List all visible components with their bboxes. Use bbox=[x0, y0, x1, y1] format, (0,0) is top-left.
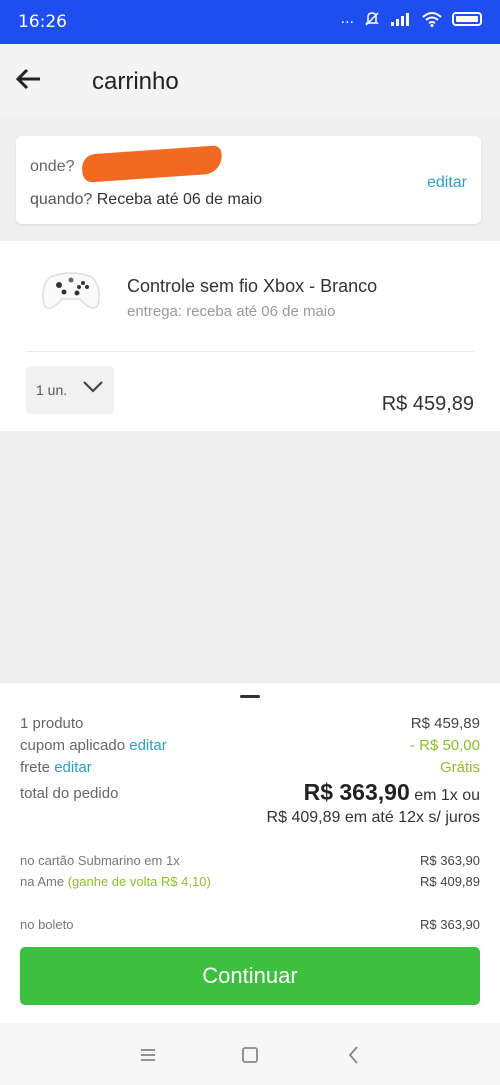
signal-icon bbox=[391, 13, 409, 26]
delivery-card: onde? quando? Receba até 06 de maio edit… bbox=[16, 136, 481, 224]
payment-ame-label: na Ame bbox=[20, 874, 65, 889]
total-row: R$ 363,90 em 1x ou bbox=[304, 779, 480, 806]
shipping-row: frete editar bbox=[20, 759, 92, 776]
divider bbox=[26, 351, 474, 352]
payment-ame-value: R$ 409,89 bbox=[420, 874, 480, 889]
when-row: quando? Receba até 06 de maio bbox=[30, 191, 262, 209]
payment-card-label: no cartão Submarino em 1x bbox=[20, 853, 180, 868]
payment-boleto-value: R$ 363,90 bbox=[420, 917, 480, 932]
edit-shipping-link[interactable]: editar bbox=[54, 759, 92, 776]
chevron-down-icon bbox=[83, 381, 103, 393]
order-summary-sheet: 1 produto R$ 459,89 cupom aplicado edita… bbox=[0, 683, 500, 1023]
arrow-left-icon[interactable] bbox=[14, 64, 44, 94]
when-value: Receba até 06 de maio bbox=[96, 191, 263, 208]
status-time: 16:26 bbox=[18, 12, 67, 32]
coupon-row: cupom aplicado editar bbox=[20, 737, 167, 754]
app-bar: carrinho bbox=[0, 44, 500, 116]
shipping-value: Grátis bbox=[439, 759, 480, 776]
total-label: total do pedido bbox=[20, 785, 119, 802]
system-nav-bar bbox=[0, 1023, 500, 1085]
home-square-icon[interactable] bbox=[238, 1043, 262, 1067]
wifi-icon bbox=[422, 12, 442, 27]
product-price: R$ 459,89 bbox=[381, 393, 474, 415]
items-value: R$ 459,89 bbox=[410, 715, 480, 732]
edit-delivery-link[interactable]: editar bbox=[427, 174, 467, 192]
menu-icon[interactable] bbox=[136, 1043, 160, 1067]
mute-icon bbox=[365, 12, 379, 26]
items-label: 1 produto bbox=[20, 715, 84, 732]
payment-boleto-label: no boleto bbox=[20, 917, 74, 932]
sheet-drag-handle[interactable] bbox=[240, 695, 260, 698]
coupon-label: cupom aplicado bbox=[20, 737, 126, 754]
shipping-label: frete bbox=[20, 759, 51, 776]
continue-button[interactable]: Continuar bbox=[20, 947, 480, 1005]
payment-card-value: R$ 363,90 bbox=[420, 853, 480, 868]
back-chevron-icon[interactable] bbox=[342, 1043, 366, 1067]
quantity-value: 1 un. bbox=[36, 382, 68, 398]
page-title: carrinho bbox=[92, 68, 179, 95]
installments-text: R$ 409,89 em até 12x s/ juros bbox=[266, 809, 480, 826]
when-label: quando? bbox=[30, 191, 93, 208]
cart-item: Controle sem fio Xbox - Branco entrega: … bbox=[0, 241, 500, 431]
redacted-address bbox=[81, 145, 223, 183]
payment-ame-bonus: (ganhe de volta R$ 4,10) bbox=[67, 874, 211, 889]
status-icons: ... bbox=[341, 10, 482, 28]
controller-image bbox=[42, 272, 100, 309]
product-delivery: entrega: receba até 06 de maio bbox=[127, 303, 336, 320]
notification-dots-icon: ... bbox=[340, 10, 354, 27]
edit-coupon-link[interactable]: editar bbox=[129, 737, 167, 754]
total-suffix: em 1x ou bbox=[414, 787, 480, 804]
payment-ame-row: na Ame (ganhe de volta R$ 4,10) bbox=[20, 874, 211, 889]
quantity-select[interactable]: 1 un. bbox=[26, 366, 114, 414]
battery-icon bbox=[452, 12, 482, 26]
total-value: R$ 363,90 bbox=[303, 779, 410, 805]
status-bar: 16:26 ... bbox=[0, 0, 500, 44]
coupon-value: - R$ 50,00 bbox=[409, 737, 480, 754]
where-label: onde? bbox=[30, 158, 75, 175]
product-name[interactable]: Controle sem fio Xbox - Branco bbox=[127, 276, 377, 297]
